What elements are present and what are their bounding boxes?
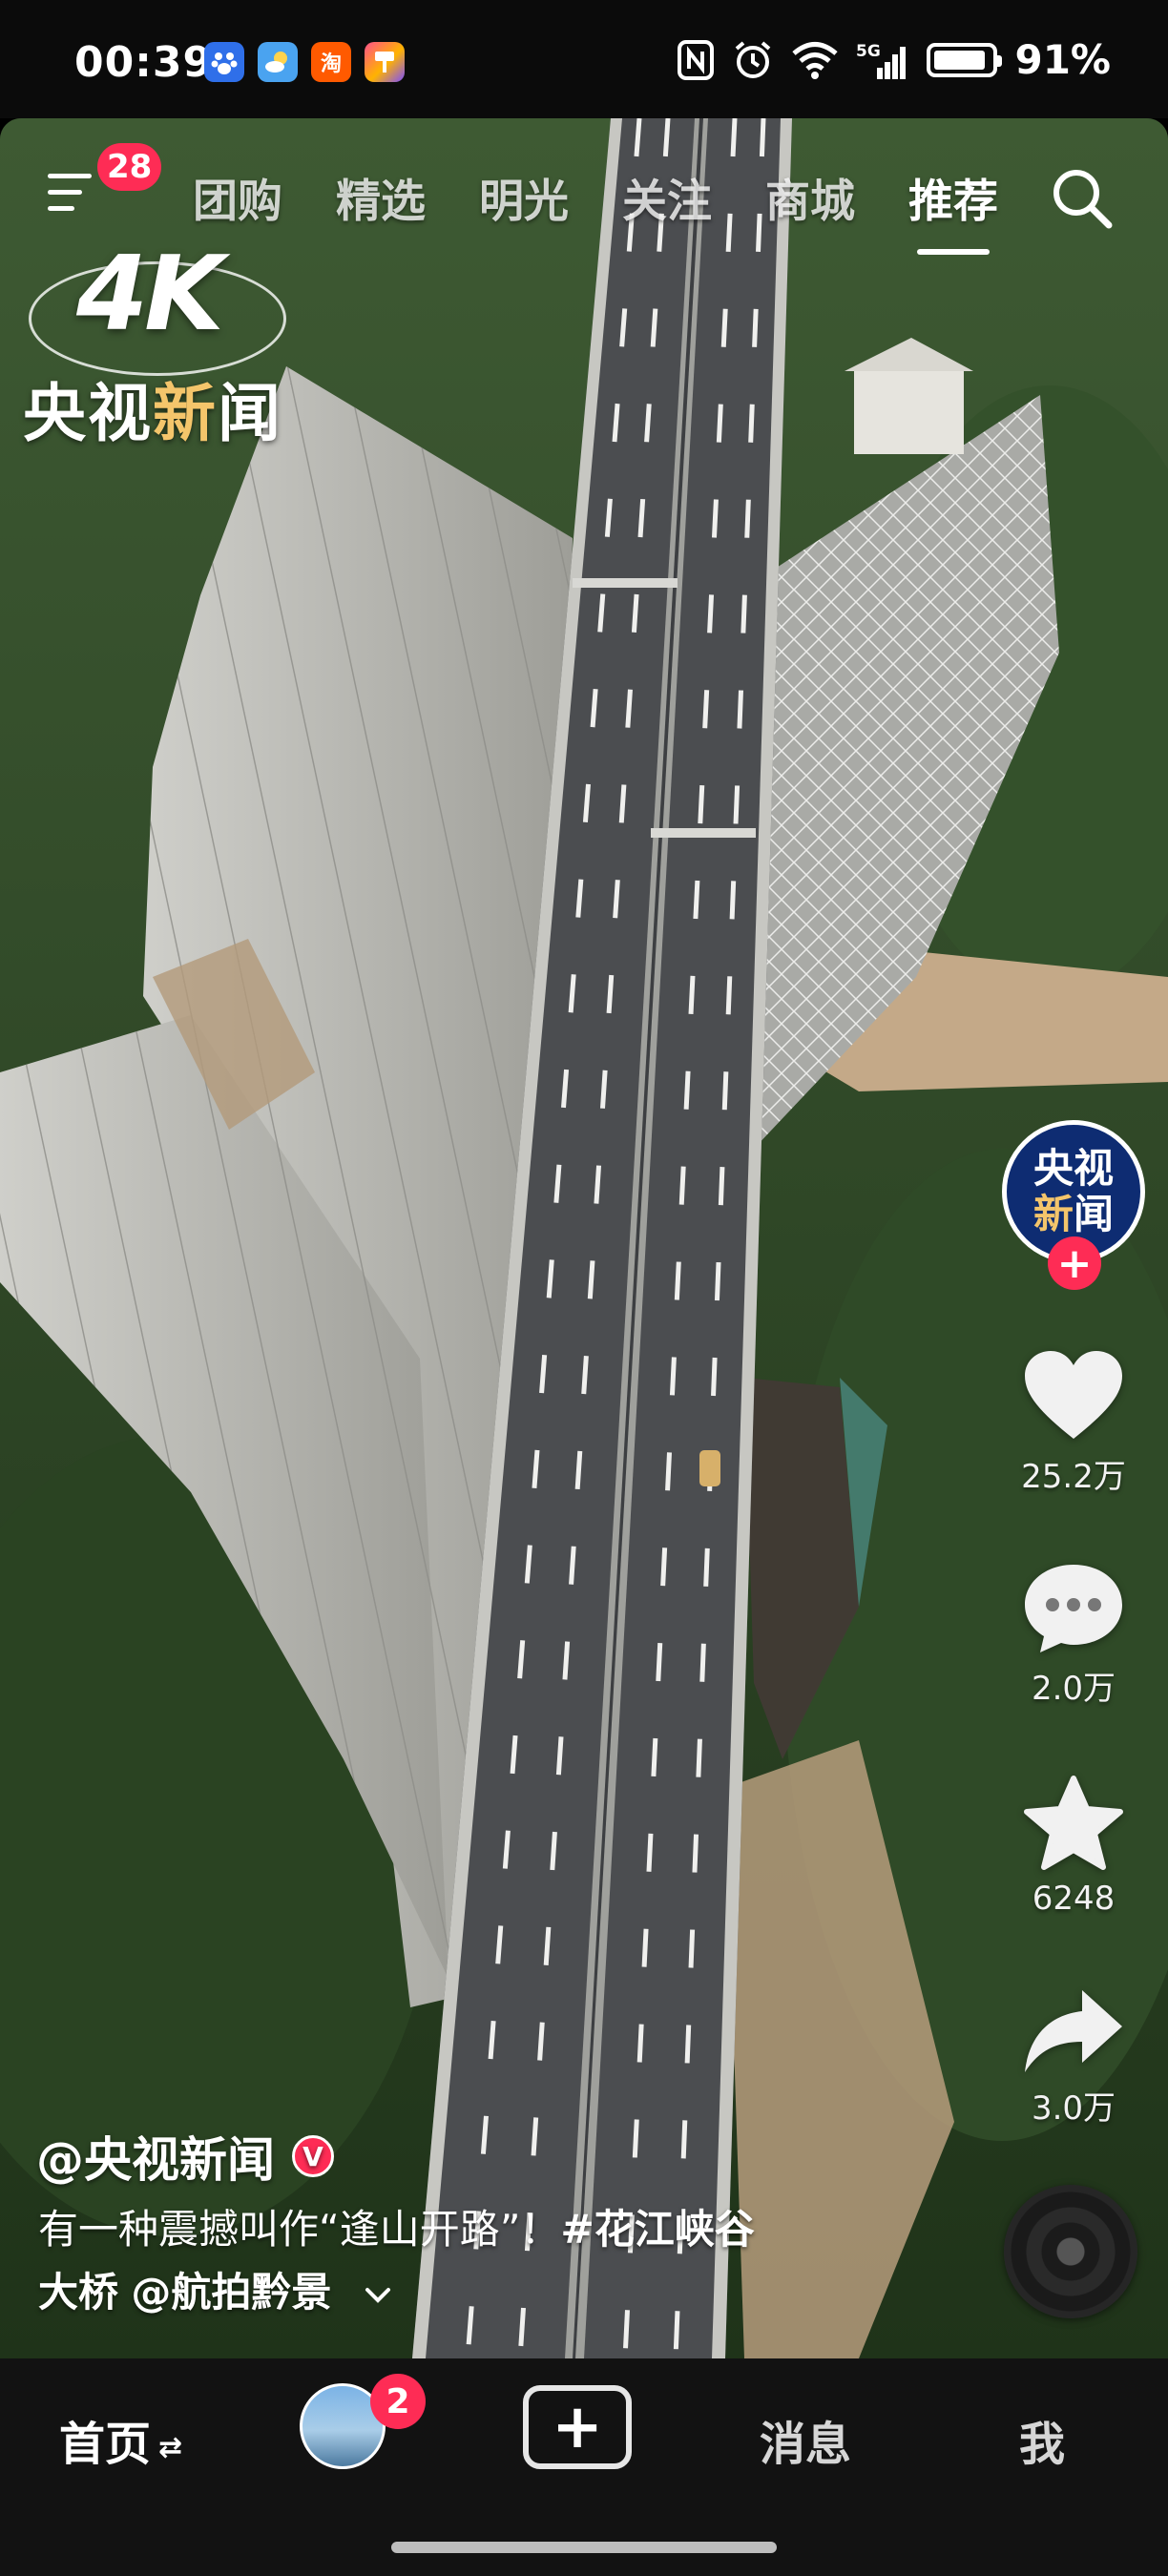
system-icons: 5G 91% (677, 36, 1111, 83)
bottom-nav: 首页 ⇄ 2 + 消息 我 (0, 2358, 1168, 2576)
caption-mention[interactable]: @航拍黔景 (131, 2269, 331, 2316)
watermark-channel-c: 闻 (218, 377, 282, 450)
status-bar: 00:39 淘 5G 91% (0, 0, 1168, 118)
cellular-signal-icon: 5G (856, 39, 909, 81)
share-count: 3.0万 (1031, 2089, 1116, 2128)
video-player[interactable]: 28 团购 精选 明光 关注 商城 推荐 4K 央视新闻 央视 新闻 + 25.… (0, 118, 1168, 2358)
comment-count: 2.0万 (1031, 1670, 1116, 1708)
menu-icon[interactable] (48, 172, 101, 214)
paint-icon (365, 42, 405, 82)
tab-group-buy[interactable]: 团购 (166, 164, 309, 230)
author-handle[interactable]: @央视新闻 (36, 2122, 275, 2191)
star-icon (1024, 1776, 1123, 1870)
heart-icon (1025, 1351, 1122, 1439)
verified-badge-icon: V (292, 2135, 334, 2177)
search-icon[interactable] (1048, 164, 1116, 233)
avatar-line-2a: 新 (1032, 1191, 1074, 1237)
author-name[interactable]: @央视新闻 V (36, 2122, 334, 2191)
caption-text: 有一种震撼叫作“逢山开路”！ (38, 2206, 561, 2253)
tab-featured[interactable]: 精选 (309, 164, 452, 230)
watermark-channel: 央视新闻 (23, 363, 282, 454)
like-count: 25.2万 (1021, 1458, 1126, 1496)
comment-icon (1025, 1565, 1122, 1652)
battery-level (934, 50, 986, 70)
weather-icon (258, 42, 298, 82)
chevron-down-icon[interactable] (362, 2284, 394, 2307)
top-nav: 28 团购 精选 明光 关注 商城 推荐 (0, 137, 1168, 255)
tab-recommended[interactable]: 推荐 (882, 164, 1025, 255)
avatar-line-2: 新闻 (1033, 1192, 1114, 1237)
share-arrow-icon (1025, 1990, 1122, 2072)
alarm-icon (732, 39, 774, 81)
battery-icon (927, 42, 1003, 77)
share-button[interactable]: 3.0万 (992, 1984, 1155, 2129)
wifi-icon (791, 41, 839, 79)
tab-following[interactable]: 关注 (595, 164, 739, 230)
friends-badge: 2 (370, 2374, 426, 2429)
battery-percent: 91% (1014, 36, 1111, 83)
nav-messages[interactable]: 消息 (760, 2406, 851, 2473)
nav-home[interactable]: 首页 ⇄ (59, 2406, 182, 2473)
menu-badge: 28 (97, 143, 162, 191)
caption-hashtag[interactable]: #花江峡谷 (561, 2206, 755, 2253)
music-disc-icon[interactable] (1004, 2185, 1137, 2318)
watermark-4k: 4K (76, 235, 224, 354)
svg-text:5G: 5G (856, 42, 881, 61)
tab-location[interactable]: 明光 (452, 164, 595, 230)
baidu-icon (204, 42, 244, 82)
like-button[interactable]: 25.2万 (992, 1349, 1155, 1497)
avatar-line-1: 央视 (1032, 1145, 1114, 1192)
home-indicator[interactable] (391, 2542, 777, 2553)
taobao-icon: 淘 (311, 42, 351, 82)
swap-icon: ⇄ (158, 2430, 183, 2464)
nav-profile[interactable]: 我 (1019, 2406, 1065, 2473)
follow-button[interactable]: + (1048, 1236, 1101, 1290)
watermark-channel-a: 央视 (23, 377, 153, 450)
tab-mall[interactable]: 商城 (739, 164, 882, 230)
feed-tabs: 团购 精选 明光 关注 商城 推荐 (166, 164, 1025, 255)
favorite-button[interactable]: 6248 (992, 1775, 1155, 1918)
status-time: 00:39 (74, 38, 214, 87)
nav-home-label: 首页 (59, 2418, 152, 2471)
favorite-count: 6248 (1032, 1880, 1116, 1918)
caption-hashtag-cont[interactable]: 大桥 (38, 2269, 118, 2316)
create-post-button[interactable]: + (523, 2385, 632, 2469)
watermark-channel-b: 新 (153, 377, 218, 450)
nfc-icon (677, 39, 715, 81)
avatar-line-2b: 闻 (1074, 1191, 1115, 1237)
video-caption[interactable]: 有一种震撼叫作“逢山开路”！#花江峡谷 大桥 @航拍黔景 (38, 2198, 878, 2324)
comment-button[interactable]: 2.0万 (992, 1561, 1155, 1709)
notification-icons: 淘 (204, 42, 405, 82)
